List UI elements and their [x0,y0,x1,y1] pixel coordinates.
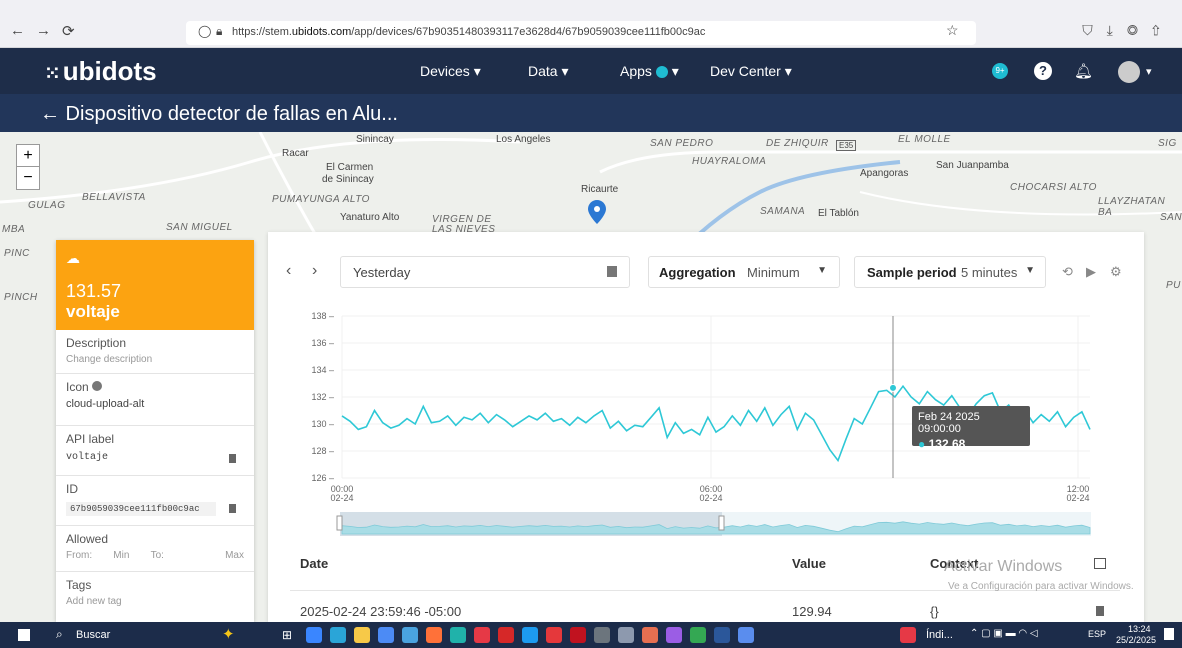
y-tick-label: 138 – [311,311,334,321]
settings-icon[interactable] [618,627,634,643]
columns-icon[interactable] [1094,558,1106,569]
hover-point[interactable] [889,383,897,392]
line-chart[interactable]: 138 –136 –134 –132 –130 –128 –126 – 00:0… [0,0,1182,648]
chart-tooltip: Feb 24 2025 09:00:00 ● 132.68 [912,406,1030,451]
y-tick-label: 126 – [311,473,334,483]
y-tick-label: 130 – [311,419,334,429]
firefox-icon[interactable] [426,627,442,643]
tooltip-date: Feb 24 2025 09:00:00 [918,411,980,435]
edge-icon[interactable] [330,627,346,643]
app-icon[interactable] [642,627,658,643]
notification-icon[interactable] [1164,628,1174,640]
app-icon[interactable] [900,627,916,643]
tooltip-value: 132.68 [928,437,966,451]
clock-time[interactable]: 13:24 [1128,624,1151,634]
navigator-handle-right[interactable] [718,515,725,531]
series-dot-icon: ● [918,437,926,451]
store-icon[interactable] [378,627,394,643]
y-tick-label: 136 – [311,338,334,348]
clock-date[interactable]: 25/2/2025 [1116,635,1156,645]
app-icon[interactable] [474,627,490,643]
x-tick-label: 02-24 [699,493,722,503]
x-tick-label: 02-24 [330,493,353,503]
y-tick-label: 134 – [311,365,334,375]
row-context[interactable]: {} [930,604,939,619]
language-indicator[interactable]: ESP [1088,629,1106,639]
app-icon[interactable] [738,627,754,643]
windows-start-icon[interactable] [18,629,30,641]
app-icon[interactable] [450,627,466,643]
windows-taskbar: ⌕ Buscar ✦ ⊞ Índi... ⌃ ▢ ▣ ▬ ◠ ◁ ESP 13:… [0,622,1182,648]
search-icon[interactable]: ⌕ [56,627,63,642]
table-header-value[interactable]: Value [792,556,826,571]
task-view-icon[interactable]: ⊞ [282,628,292,642]
row-date: 2025-02-24 23:59:46 -05:00 [300,604,462,619]
app-icon[interactable] [522,627,538,643]
app-icon[interactable] [594,627,610,643]
app-icon[interactable] [570,627,586,643]
windows-activation-subtext: Ve a Configuración para activar Windows. [948,581,1134,592]
tray-icons[interactable]: ⌃ ▢ ▣ ▬ ◠ ◁ [970,628,1038,639]
x-tick-label: 02-24 [1066,493,1089,503]
word-icon[interactable] [714,627,730,643]
row-value[interactable]: 129.94 [792,604,832,619]
navigator-handle-left[interactable] [336,515,343,531]
table-header-date[interactable]: Date [300,556,328,571]
row-delete-icon[interactable] [1096,606,1104,616]
pdf-icon[interactable] [546,627,562,643]
app-icon[interactable] [498,627,514,643]
app-icon[interactable] [402,627,418,643]
app-icon[interactable] [666,627,682,643]
sparkle-icon: ✦ [222,626,235,643]
app-icon[interactable] [306,627,322,643]
chrome-icon[interactable] [690,627,706,643]
folder-icon[interactable] [354,627,370,643]
taskbar-app-label[interactable]: Índi... [926,629,953,641]
windows-activation-watermark: Activar Windows [944,558,1063,575]
taskbar-search[interactable]: Buscar [76,629,110,641]
y-tick-label: 128 – [311,446,334,456]
y-tick-label: 132 – [311,392,334,402]
